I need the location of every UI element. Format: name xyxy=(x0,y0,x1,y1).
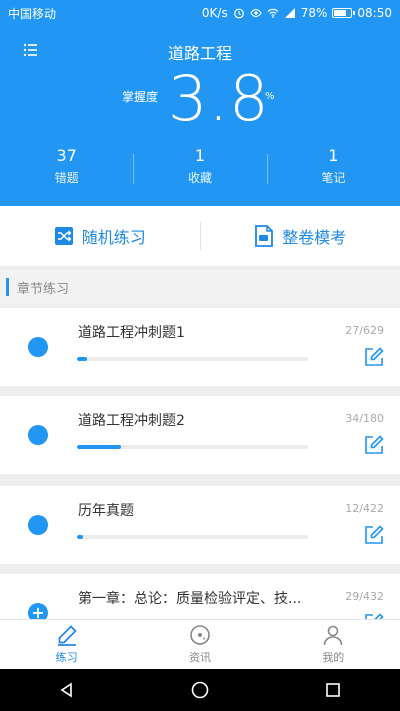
chapter-progress-fill xyxy=(77,357,87,361)
chapter-status-dot xyxy=(28,337,48,357)
edit-icon[interactable] xyxy=(364,435,384,455)
section-header: 章节练习 xyxy=(0,270,400,304)
chapter-progress-fill xyxy=(77,535,84,539)
exam-paper-icon xyxy=(255,225,274,247)
mastery-value: 3.8 xyxy=(168,62,270,135)
chapter-count: 29/432 xyxy=(345,590,384,603)
tab-news[interactable]: 资讯 xyxy=(133,620,266,669)
tab-label: 我的 xyxy=(322,651,345,664)
chapter-progress xyxy=(77,535,308,539)
battery-icon xyxy=(332,8,356,18)
mock-exam-button[interactable]: 整卷模考 xyxy=(201,206,400,266)
chapter-count: 34/180 xyxy=(345,412,384,425)
mock-exam-label: 整卷模考 xyxy=(282,228,347,247)
chapter-count: 12/422 xyxy=(345,502,384,515)
random-practice-button[interactable]: 随机练习 xyxy=(0,206,200,266)
stat-count: 1 xyxy=(194,146,206,165)
chapter-progress xyxy=(77,357,308,361)
tab-label: 练习 xyxy=(55,651,78,664)
mastery-label: 掌握度 xyxy=(122,90,159,104)
wifi-icon xyxy=(267,8,279,18)
home-button[interactable] xyxy=(180,670,220,710)
edit-icon[interactable] xyxy=(364,525,384,545)
pencil-icon xyxy=(57,625,77,646)
system-nav-bar xyxy=(0,669,400,711)
stat-label: 错题 xyxy=(54,171,79,185)
back-button[interactable] xyxy=(47,670,87,710)
alarm-icon xyxy=(233,8,244,19)
page-title: 道路工程 xyxy=(167,44,232,63)
signal-icon xyxy=(284,8,295,18)
battery-level xyxy=(334,10,347,16)
status-bar: 中国移动 0K/s 78% 08:50 xyxy=(0,0,400,26)
random-practice-label: 随机练习 xyxy=(81,228,146,247)
user-icon xyxy=(324,625,343,646)
tab-practice[interactable]: 练习 xyxy=(0,620,133,669)
chapter-card[interactable]: 道路工程冲刺题1 27/629 xyxy=(0,308,400,386)
chapter-status-dot xyxy=(28,425,48,445)
stat-label: 收藏 xyxy=(187,171,212,185)
eye-icon xyxy=(250,8,262,18)
bottom-tab-bar: 练习 资讯 我的 xyxy=(0,619,400,669)
chapter-card[interactable]: 历年真题 12/422 xyxy=(0,486,400,564)
stat-count: 1 xyxy=(328,146,339,165)
header: 道路工程 掌握度 3.8 % 37 错题 1 收藏 1 笔记 xyxy=(0,26,400,206)
chapter-name: 第一章：总论：质量检验评定、技... xyxy=(78,591,302,607)
chapter-name: 道路工程冲刺题2 xyxy=(78,413,185,429)
recents-button[interactable] xyxy=(313,670,353,710)
chapter-name: 历年真题 xyxy=(78,503,134,519)
chapter-progress xyxy=(77,445,308,449)
shuffle-icon xyxy=(54,227,73,245)
section-title: 章节练习 xyxy=(17,281,70,297)
news-disc-icon xyxy=(190,625,210,645)
section-accent-bar xyxy=(6,278,9,296)
carrier-label: 中国移动 xyxy=(8,6,57,21)
stat-favorites[interactable]: 1 收藏 xyxy=(133,146,266,192)
recents-square-icon xyxy=(326,683,341,697)
clock: 08:50 xyxy=(357,6,392,20)
stats-row: 37 错题 1 收藏 1 笔记 xyxy=(0,146,400,192)
chapter-name: 道路工程冲刺题1 xyxy=(78,325,185,341)
chapter-progress-fill xyxy=(77,445,121,449)
edit-icon[interactable] xyxy=(364,347,384,367)
chapter-status-dot xyxy=(28,515,48,535)
battery-percent: 78% xyxy=(300,6,328,20)
stat-wrong-questions[interactable]: 37 错题 xyxy=(0,146,133,192)
chapter-count: 27/629 xyxy=(345,324,384,337)
mastery-unit: % xyxy=(265,91,275,102)
network-speed: 0K/s xyxy=(201,6,228,20)
action-row: 随机练习 整卷模考 xyxy=(0,206,400,266)
tab-mine[interactable]: 我的 xyxy=(267,620,400,669)
tab-label: 资讯 xyxy=(188,651,211,664)
chapter-card[interactable]: 道路工程冲刺题2 34/180 xyxy=(0,396,400,474)
home-circle-icon xyxy=(191,681,209,699)
stat-notes[interactable]: 1 笔记 xyxy=(266,146,400,192)
back-triangle-icon xyxy=(60,682,72,698)
stat-count: 37 xyxy=(56,146,77,165)
stat-label: 笔记 xyxy=(321,171,346,185)
